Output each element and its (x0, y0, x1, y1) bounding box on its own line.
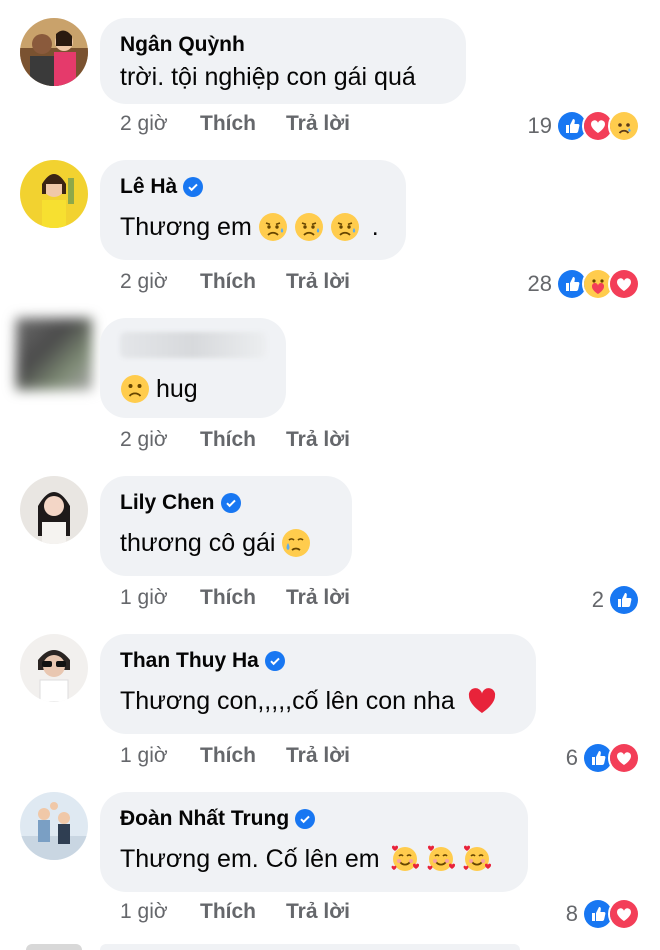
comment-text: Thương con,,,,,cố lên con nha (120, 684, 516, 718)
reaction-summary[interactable]: 2 (592, 584, 640, 616)
reaction-summary[interactable]: 28 (528, 268, 640, 300)
reply-button[interactable]: Trả lời (286, 900, 350, 924)
comment-text: Thương em . (120, 212, 379, 242)
comment-time[interactable]: 1 giờ (120, 586, 170, 610)
comment-time[interactable]: 1 giờ (120, 744, 170, 768)
commenter-name[interactable]: Than Thuy Ha (120, 648, 516, 674)
red-heart-emoji (467, 686, 497, 716)
commenter-name[interactable]: Ngân Quỳnh (120, 32, 446, 58)
like-button[interactable]: Thích (200, 270, 256, 294)
avatar[interactable] (20, 160, 88, 228)
avatar[interactable] (16, 318, 92, 390)
reply-button[interactable]: Trả lời (286, 428, 350, 452)
sad-sweat-emoji (294, 212, 324, 242)
comment-time[interactable]: 2 giờ (120, 112, 170, 136)
reaction-count: 2 (591, 587, 604, 612)
next-comment-edge (100, 944, 520, 950)
commenter-name-blurred[interactable] (120, 332, 266, 358)
verified-badge-icon (183, 177, 204, 197)
hearts-face-emoji (426, 844, 456, 874)
comment-bubble: Ngân Quỳnh trời. tội nghiệp con gái quá (100, 18, 466, 104)
sad-sweat-emoji (258, 212, 288, 242)
reaction-summary[interactable]: 6 (566, 742, 640, 774)
reaction-summary[interactable]: 8 (566, 898, 640, 930)
reaction-count: 19 (527, 113, 552, 138)
comment-bubble: Lê Hà Thương em . (100, 160, 406, 260)
verified-badge-icon (264, 651, 285, 671)
comment-text: trời. tội nghiệp con gái quá (120, 63, 416, 91)
sad-icon (608, 110, 640, 142)
reaction-count: 6 (565, 745, 578, 770)
love-icon (608, 898, 640, 930)
like-button[interactable]: Thích (200, 428, 256, 452)
avatar[interactable] (20, 476, 88, 544)
comment-bubble: Than Thuy Ha Thương con,,,,,cố lên con n… (100, 634, 536, 734)
comment-text: Thương em. Cố lên em (120, 842, 508, 876)
reply-button[interactable]: Trả lời (286, 112, 350, 136)
avatar[interactable] (20, 792, 88, 860)
comment-bubble: Lily Chen thương cô gái (100, 476, 352, 576)
comment-time[interactable]: 1 giờ (120, 900, 170, 924)
avatar[interactable] (20, 18, 88, 86)
like-button[interactable]: Thích (200, 112, 256, 136)
commenter-name[interactable]: Lê Hà (120, 174, 386, 200)
commenter-name[interactable]: Lily Chen (120, 490, 332, 516)
reply-button[interactable]: Trả lời (286, 270, 350, 294)
verified-badge-icon (220, 493, 241, 513)
like-button[interactable]: Thích (200, 586, 256, 610)
comment-time[interactable]: 2 giờ (120, 270, 170, 294)
comment-text: hug (120, 372, 266, 406)
comment-time[interactable]: 2 giờ (120, 428, 170, 452)
love-icon (608, 268, 640, 300)
reply-button[interactable]: Trả lời (286, 744, 350, 768)
verified-badge-icon (295, 809, 316, 829)
reaction-count: 28 (527, 271, 552, 296)
love-icon (608, 742, 640, 774)
comment-bubble: Đoàn Nhất Trung Thương em. Cố lên em (100, 792, 528, 892)
reaction-count: 8 (565, 901, 578, 926)
reply-button[interactable]: Trả lời (286, 586, 350, 610)
commenter-name[interactable]: Đoàn Nhất Trung (120, 806, 508, 832)
frown-emoji (120, 374, 150, 404)
reaction-summary[interactable]: 19 (528, 110, 640, 142)
comment-text: thương cô gái (120, 526, 332, 560)
comment-bubble: hug (100, 318, 286, 418)
next-avatar-edge (26, 944, 82, 950)
sad-sweat-emoji (330, 212, 360, 242)
like-button[interactable]: Thích (200, 900, 256, 924)
hearts-face-emoji (462, 844, 492, 874)
avatar[interactable] (20, 634, 88, 702)
crying-emoji (281, 528, 311, 558)
like-icon (608, 584, 640, 616)
hearts-face-emoji (390, 844, 420, 874)
like-button[interactable]: Thích (200, 744, 256, 768)
